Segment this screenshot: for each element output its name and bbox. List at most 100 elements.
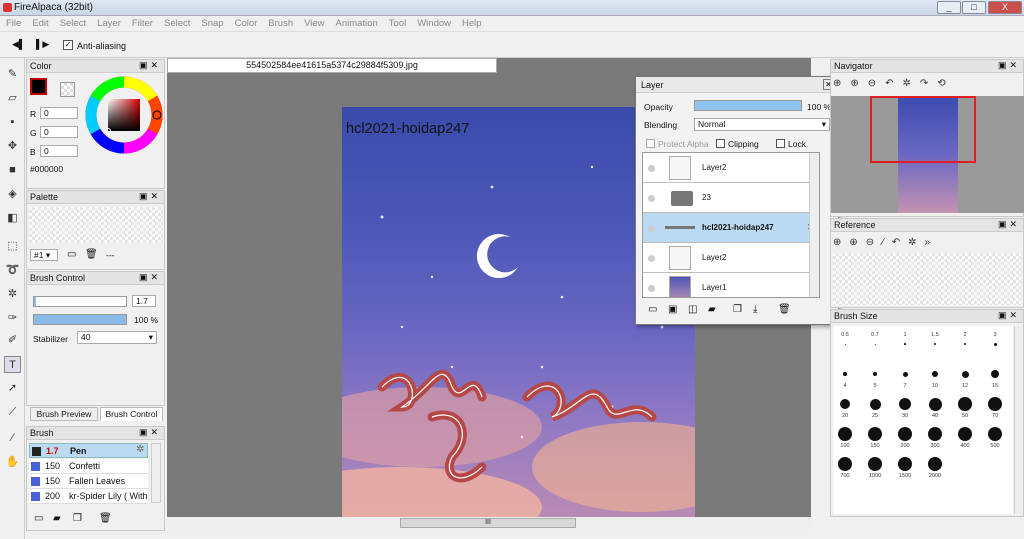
brush-item[interactable]: 150 Confetti: [29, 459, 148, 474]
visibility-icon[interactable]: [648, 225, 655, 232]
panel-buttons[interactable]: ▣✕: [139, 427, 161, 438]
navigator-preview[interactable]: [831, 96, 1024, 213]
brush-list-scrollbar[interactable]: [151, 443, 161, 503]
panel-buttons[interactable]: ▣✕: [998, 219, 1020, 230]
brush-size-swatch[interactable]: [898, 457, 912, 471]
new-1bit-layer-icon[interactable]: ◫: [688, 304, 697, 315]
new-brush-icon[interactable]: ▭: [34, 513, 43, 524]
palette-swatches[interactable]: [29, 207, 162, 243]
fill-tool-icon[interactable]: ■: [4, 162, 21, 179]
panel-buttons[interactable]: ▣✕: [139, 272, 161, 283]
brush-size-swatch[interactable]: [838, 457, 852, 471]
panel-buttons[interactable]: ▣✕: [139, 191, 161, 202]
layer-opacity-slider[interactable]: [694, 100, 802, 111]
brush-size-swatch[interactable]: [873, 372, 877, 376]
layer-item[interactable]: 23: [643, 183, 819, 213]
brush-size-swatch[interactable]: [868, 427, 882, 441]
secondary-color-swatch[interactable]: [60, 82, 75, 97]
navigator-toolbar[interactable]: ⊕⊕⊖↶✲↷⟲: [833, 78, 1021, 92]
brush-size-swatch[interactable]: [928, 457, 942, 471]
brush-size-swatch[interactable]: [869, 398, 881, 410]
brush-opacity-slider[interactable]: [33, 314, 127, 325]
brush-size-swatch[interactable]: [934, 343, 936, 345]
brush-size-field[interactable]: 1.7: [132, 295, 156, 307]
visibility-icon[interactable]: [648, 165, 655, 172]
menu-select-2[interactable]: Select: [158, 16, 195, 29]
brush-size-swatch[interactable]: [898, 427, 912, 441]
brush-size-swatch[interactable]: [838, 427, 852, 441]
brush-size-swatch[interactable]: [990, 369, 1000, 379]
menu-color[interactable]: Color: [229, 16, 263, 29]
brush-size-swatch[interactable]: [958, 427, 972, 441]
b-field[interactable]: 0: [40, 145, 78, 157]
layer-item[interactable]: Layer2: [643, 243, 819, 273]
folder-icon[interactable]: ▰: [53, 513, 61, 524]
blending-select[interactable]: Normal ▾: [694, 118, 830, 131]
brush-size-swatch[interactable]: [993, 342, 997, 346]
brush-size-swatch[interactable]: [840, 399, 850, 409]
clipping-checkbox[interactable]: [716, 139, 725, 148]
brush-size-swatch[interactable]: [899, 398, 911, 410]
lasso-tool-icon[interactable]: ➰: [4, 262, 21, 279]
anti-aliasing-checkbox[interactable]: ✓: [63, 40, 73, 50]
menu-filter[interactable]: Filter: [126, 16, 158, 29]
new-folder-icon[interactable]: ▰: [708, 304, 716, 315]
eyedropper-tool-icon[interactable]: ⁄: [4, 430, 21, 447]
visibility-icon[interactable]: [648, 195, 655, 202]
brush-size-slider[interactable]: [33, 296, 127, 307]
layer-list-scrollbar[interactable]: [809, 153, 819, 297]
next-button[interactable]: ▌▶: [36, 39, 49, 50]
lock-checkbox[interactable]: [776, 139, 785, 148]
brush-item[interactable]: 150 Fallen Leaves: [29, 474, 148, 489]
divide-tool-icon[interactable]: ⟋: [4, 404, 21, 421]
menu-view[interactable]: View: [298, 16, 329, 29]
menu-help[interactable]: Help: [456, 16, 487, 29]
horizontal-scrollbar[interactable]: III: [167, 517, 811, 529]
move-tool-icon[interactable]: ✥: [4, 138, 21, 155]
visibility-icon[interactable]: [648, 255, 655, 262]
merge-layer-icon[interactable]: ⤓: [753, 304, 757, 315]
pen-tool-icon[interactable]: ✎: [4, 66, 21, 83]
menu-window[interactable]: Window: [411, 16, 456, 29]
menu-brush[interactable]: Brush: [262, 16, 298, 29]
reference-canvas[interactable]: [833, 253, 1021, 305]
brush-size-swatch[interactable]: [843, 372, 847, 376]
new-8bit-layer-icon[interactable]: ▣: [668, 304, 677, 315]
brush-size-swatch[interactable]: [932, 371, 938, 377]
brush-size-swatch[interactable]: [988, 397, 1002, 411]
new-layer-icon[interactable]: ▭: [648, 304, 657, 315]
duplicate-brush-icon[interactable]: ❐: [73, 513, 82, 524]
panel-buttons[interactable]: ▣✕: [998, 310, 1020, 321]
palette-set-select[interactable]: #1 ▾: [30, 249, 58, 261]
brush-item[interactable]: 200 kr-Spider Lily ( With: [29, 489, 148, 504]
brush-item[interactable]: 1.7 Pen ✲: [29, 443, 148, 458]
tab-brush-preview[interactable]: Brush Preview: [30, 407, 98, 421]
stabilizer-select[interactable]: 40 ▾: [77, 331, 157, 344]
brush-size-scrollbar[interactable]: [1014, 326, 1023, 514]
menu-select[interactable]: Select: [54, 16, 91, 29]
brush-size-swatch[interactable]: [961, 370, 969, 378]
scrollbar-thumb[interactable]: III: [400, 518, 576, 528]
new-palette-icon[interactable]: ▭: [67, 249, 76, 260]
layer-item[interactable]: Layer1: [643, 273, 819, 297]
g-field[interactable]: 0: [40, 126, 78, 138]
brush-size-grid[interactable]: 0.5 0.7 1 1.5 2 3 4 5 7 10 12 15 20 25 30 40 50 70 100 150 2…: [833, 326, 1013, 514]
delete-brush-icon[interactable]: 🗑: [99, 513, 112, 524]
brush-size-swatch[interactable]: [902, 371, 908, 377]
brush-size-swatch[interactable]: [963, 342, 967, 346]
brush-size-swatch[interactable]: [904, 343, 906, 345]
brush-size-swatch[interactable]: [874, 343, 876, 345]
minimize-button[interactable]: _: [937, 1, 961, 14]
protect-alpha-checkbox[interactable]: [646, 139, 655, 148]
select-tool-icon[interactable]: ⬚: [4, 238, 21, 255]
operation-tool-icon[interactable]: ➚: [4, 380, 21, 397]
reference-toolbar[interactable]: ⊕⊕⊖⁄↶✲»: [833, 237, 1021, 251]
dot-tool-icon[interactable]: ▪: [4, 114, 21, 131]
primary-color-swatch[interactable]: [30, 78, 47, 95]
select-pen-tool-icon[interactable]: ✑: [4, 310, 21, 327]
close-button[interactable]: X: [988, 1, 1022, 14]
brush-size-swatch[interactable]: [868, 457, 882, 471]
menu-tool[interactable]: Tool: [383, 16, 411, 29]
brush-size-swatch[interactable]: [928, 427, 942, 441]
delete-palette-icon[interactable]: 🗑: [85, 249, 98, 260]
